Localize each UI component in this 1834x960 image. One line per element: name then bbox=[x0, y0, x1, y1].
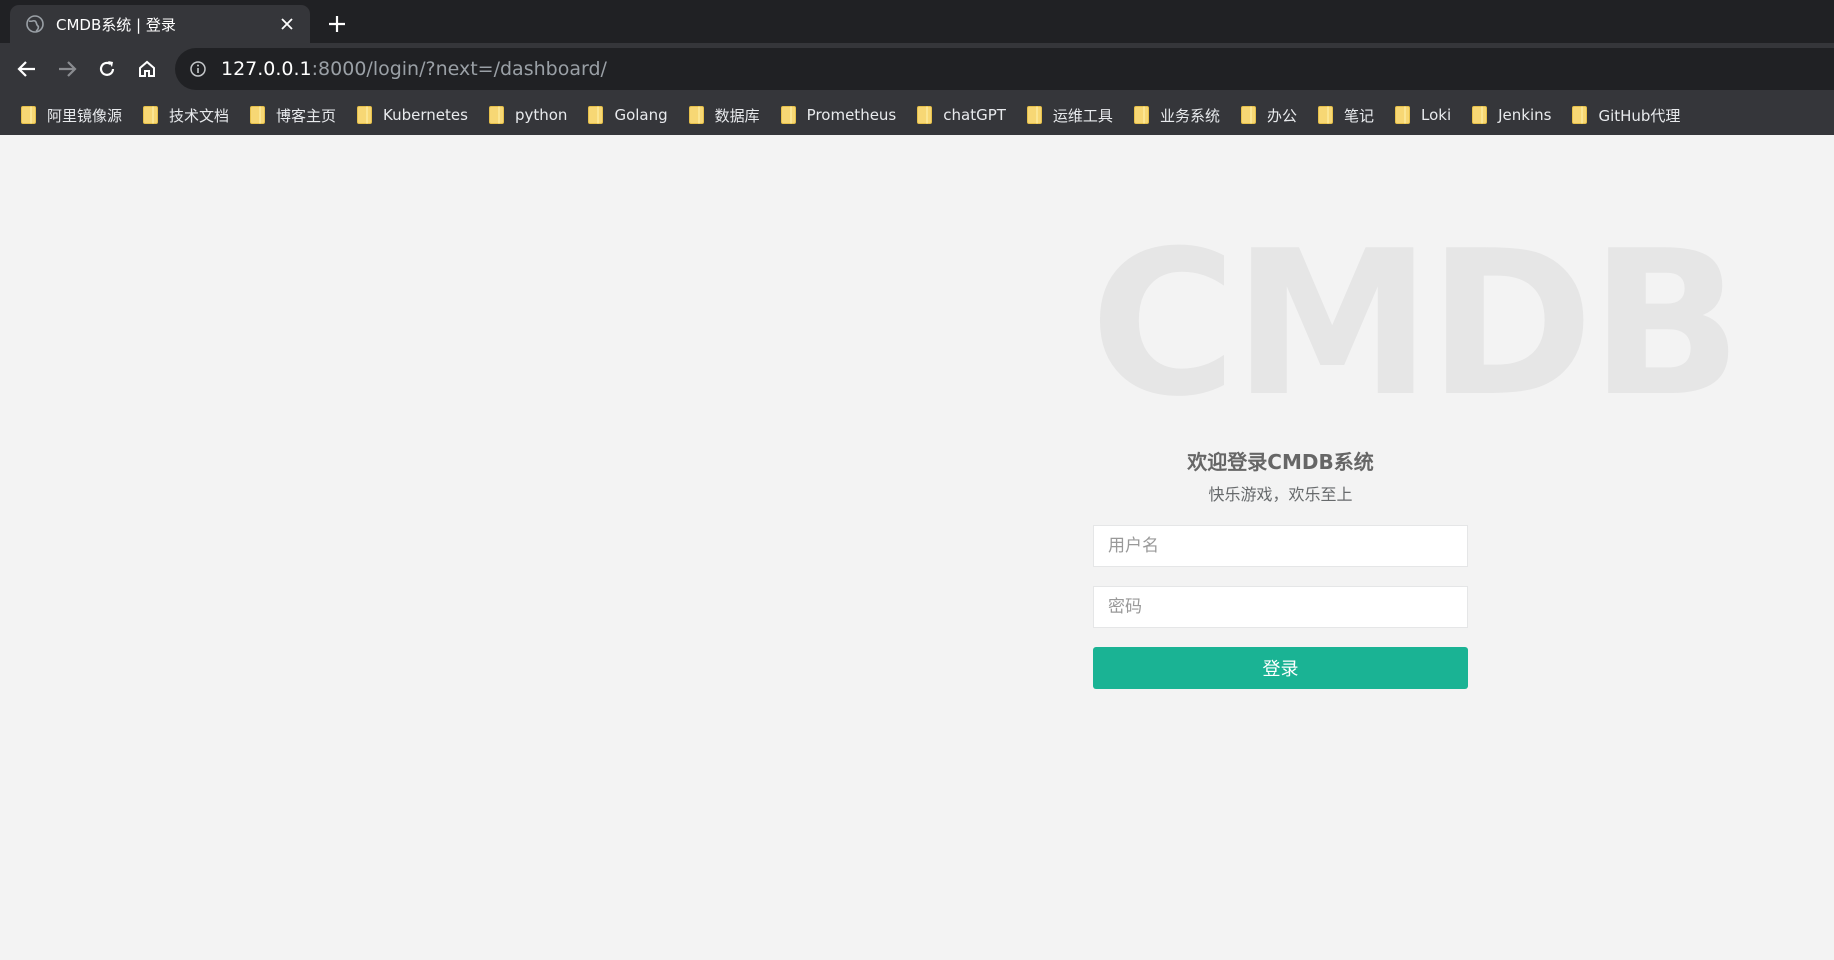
folder-icon bbox=[1471, 106, 1488, 125]
bookmark-item[interactable]: Jenkins bbox=[1471, 100, 1558, 130]
bookmark-item[interactable]: 业务系统 bbox=[1133, 100, 1227, 130]
login-button[interactable]: 登录 bbox=[1093, 647, 1468, 689]
bookmark-label: 办公 bbox=[1266, 106, 1297, 125]
bookmark-item[interactable]: Prometheus bbox=[780, 100, 904, 130]
bookmark-label: GitHub代理 bbox=[1598, 106, 1681, 125]
bookmark-label: chatGPT bbox=[943, 106, 1006, 124]
bookmark-item[interactable]: chatGPT bbox=[916, 100, 1013, 130]
bookmark-item[interactable]: 数据库 bbox=[688, 100, 767, 130]
folder-icon bbox=[20, 106, 37, 125]
address-bar[interactable]: 127.0.0.1:8000/login/?next=/dashboard/ bbox=[175, 48, 1834, 90]
browser-tab-active[interactable]: CMDB系统 | 登录 bbox=[10, 5, 310, 43]
bookmark-label: Kubernetes bbox=[383, 106, 468, 124]
tab-title: CMDB系统 | 登录 bbox=[56, 15, 176, 34]
info-icon[interactable] bbox=[189, 60, 207, 78]
bookmark-item[interactable]: 阿里镜像源 bbox=[20, 100, 129, 130]
folder-icon bbox=[1240, 106, 1257, 125]
arrow-right-icon[interactable] bbox=[52, 54, 82, 84]
folder-icon bbox=[1317, 106, 1334, 125]
bookmark-label: Loki bbox=[1420, 106, 1452, 124]
login-title: 欢迎登录CMDB系统 bbox=[1187, 450, 1374, 474]
login-form: 欢迎登录CMDB系统 快乐游戏，欢乐至上 登录 bbox=[1093, 447, 1468, 689]
bookmark-label: 博客主页 bbox=[276, 106, 337, 125]
plus-icon[interactable] bbox=[322, 9, 352, 39]
tab-strip: CMDB系统 | 登录 bbox=[0, 0, 1834, 43]
bookmark-label: 业务系统 bbox=[1159, 106, 1220, 125]
folder-icon bbox=[916, 106, 933, 125]
globe-icon bbox=[26, 15, 44, 33]
bookmark-label: 数据库 bbox=[714, 106, 760, 125]
bookmark-item[interactable]: 技术文档 bbox=[142, 100, 236, 130]
folder-icon bbox=[142, 106, 159, 125]
folder-icon bbox=[1026, 106, 1043, 125]
folder-icon bbox=[1571, 106, 1588, 125]
bookmark-item[interactable]: 办公 bbox=[1240, 100, 1304, 130]
folder-icon bbox=[688, 106, 705, 125]
bookmark-item[interactable]: python bbox=[488, 100, 574, 130]
bookmark-label: Prometheus bbox=[806, 106, 897, 124]
reload-icon[interactable] bbox=[92, 54, 122, 84]
cmdb-watermark: CMDB bbox=[1090, 208, 1742, 441]
url-text: 127.0.0.1:8000/login/?next=/dashboard/ bbox=[221, 58, 607, 80]
folder-icon bbox=[488, 106, 505, 125]
bookmark-label: Golang bbox=[614, 106, 668, 124]
home-icon[interactable] bbox=[132, 54, 162, 84]
bookmark-label: 笔记 bbox=[1343, 106, 1374, 125]
bookmark-item[interactable]: Golang bbox=[587, 100, 674, 130]
bookmarks-bar: 阿里镜像源 技术文档 博客主页 Kubernetes python Golang 数据库 Pr… bbox=[0, 95, 1834, 135]
bookmark-item[interactable]: 博客主页 bbox=[249, 100, 343, 130]
folder-icon bbox=[780, 106, 797, 125]
login-page: CMDB 欢迎登录CMDB系统 快乐游戏，欢乐至上 登录 bbox=[0, 135, 1834, 960]
folder-icon bbox=[1133, 106, 1150, 125]
login-subtitle: 快乐游戏，欢乐至上 bbox=[1208, 485, 1353, 504]
url-host: 127.0.0.1 bbox=[221, 58, 312, 80]
username-input[interactable] bbox=[1093, 525, 1468, 567]
bookmark-label: 阿里镜像源 bbox=[47, 106, 123, 125]
bookmark-label: 技术文档 bbox=[169, 106, 230, 125]
bookmark-item[interactable]: 运维工具 bbox=[1026, 100, 1120, 130]
bookmark-item[interactable]: GitHub代理 bbox=[1571, 100, 1687, 130]
folder-icon bbox=[1394, 106, 1411, 125]
bookmark-item[interactable]: Loki bbox=[1394, 100, 1458, 130]
bookmark-item[interactable]: Kubernetes bbox=[356, 100, 475, 130]
bookmark-item[interactable]: 笔记 bbox=[1317, 100, 1381, 130]
folder-icon bbox=[249, 106, 266, 125]
arrow-left-icon[interactable] bbox=[12, 54, 42, 84]
url-path: :8000/login/?next=/dashboard/ bbox=[311, 58, 607, 80]
folder-icon bbox=[587, 106, 604, 125]
close-icon[interactable] bbox=[276, 13, 298, 35]
browser-toolbar: 127.0.0.1:8000/login/?next=/dashboard/ bbox=[0, 43, 1834, 95]
bookmark-label: 运维工具 bbox=[1052, 106, 1113, 125]
bookmark-label: python bbox=[514, 106, 568, 124]
password-input[interactable] bbox=[1093, 586, 1468, 628]
bookmark-label: Jenkins bbox=[1498, 106, 1552, 124]
folder-icon bbox=[356, 106, 373, 125]
